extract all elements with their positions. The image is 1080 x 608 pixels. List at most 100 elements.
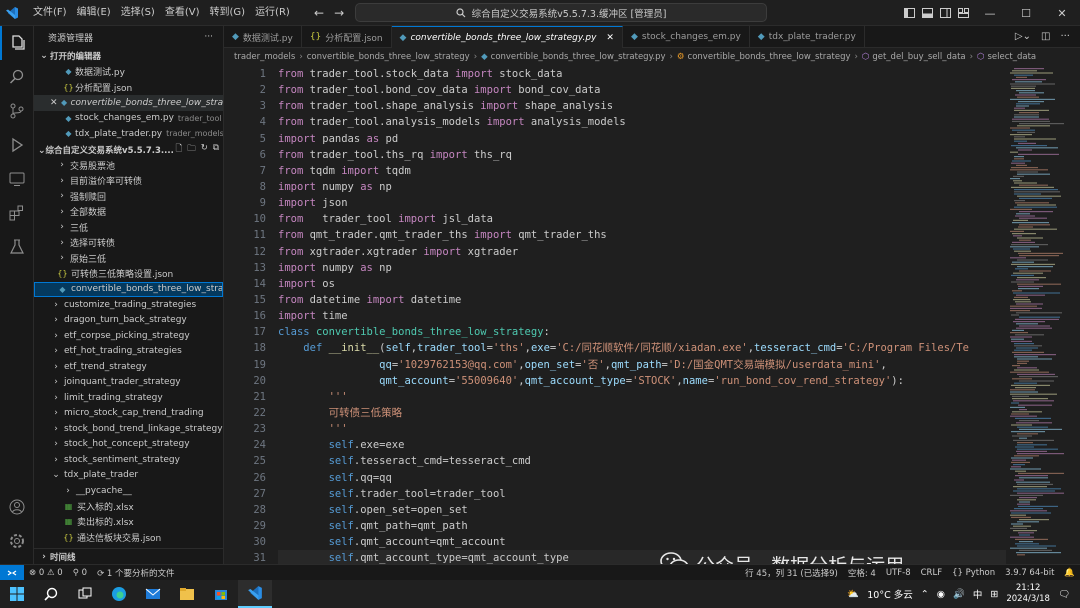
tree-item[interactable]: {} 可转债三低策略设置.json: [34, 266, 223, 282]
indentation[interactable]: 空格: 4: [843, 567, 881, 579]
code-line[interactable]: qq='1029762153@qq.com',open_set='否',qmt_…: [278, 357, 1006, 373]
problems-indicator[interactable]: ⊗ 0 ⚠ 0: [24, 568, 68, 578]
code-line[interactable]: from trader_tool.shape_analysis import s…: [278, 98, 1006, 114]
code-line[interactable]: from trader_tool import jsl_data: [278, 211, 1006, 227]
tree-item[interactable]: {} 通达信板块交易.json: [34, 530, 223, 546]
open-editor-item[interactable]: ◆tdx_plate_trader.pytrader_models\...: [34, 126, 223, 142]
code-line[interactable]: from trader_tool.stock_data import stock…: [278, 66, 1006, 82]
language-mode[interactable]: {} Python: [947, 568, 1000, 578]
code-line[interactable]: qmt_account='55009640',qmt_account_type=…: [278, 373, 1006, 389]
code-line[interactable]: import os: [278, 276, 1006, 292]
tree-item[interactable]: › etf_trend_strategy: [34, 359, 223, 375]
breadcrumb-item[interactable]: convertible_bonds_three_low_strategy: [688, 52, 851, 62]
ime-indicator[interactable]: 中: [973, 587, 983, 601]
more-actions-icon[interactable]: ···: [204, 32, 213, 42]
extensions-icon[interactable]: [0, 196, 34, 230]
tree-item[interactable]: › limit_trading_strategy: [34, 390, 223, 406]
code-line[interactable]: from tqdm import tqdm: [278, 163, 1006, 179]
menu-view[interactable]: 查看(V): [160, 0, 205, 26]
code-line[interactable]: from trader_tool.analysis_models import …: [278, 114, 1006, 130]
code-line[interactable]: class convertible_bonds_three_low_strate…: [278, 324, 1006, 340]
source-control-icon[interactable]: [0, 94, 34, 128]
code-line[interactable]: self.trader_tool=trader_tool: [278, 486, 1006, 502]
tree-item[interactable]: › etf_hot_trading_strategies: [34, 344, 223, 360]
tree-item[interactable]: › 选择可转债: [34, 235, 223, 251]
tree-item[interactable]: › 三低: [34, 220, 223, 236]
remote-explorer-icon[interactable]: [0, 162, 34, 196]
breadcrumb-item[interactable]: convertible_bonds_three_low_strategy.py: [491, 52, 666, 62]
tree-item[interactable]: › customize_trading_strategies: [34, 297, 223, 313]
tab-tdx-plate-trader[interactable]: ◆ tdx_plate_trader.py: [750, 26, 865, 48]
tab-convertible-bonds[interactable]: ◆ convertible_bonds_three_low_strategy.py…: [391, 26, 623, 48]
code-line[interactable]: ''': [278, 389, 1006, 405]
line-ending[interactable]: CRLF: [916, 568, 947, 578]
tree-item[interactable]: ▦ 买入标的.xlsx: [34, 499, 223, 515]
open-editors-header[interactable]: ⌄ 打开的编辑器: [34, 48, 223, 64]
weather-icon[interactable]: ⛅: [847, 589, 859, 600]
tree-item[interactable]: ◆ convertible_bonds_three_low_strate...: [34, 281, 223, 297]
ime-mode-icon[interactable]: ⊞: [990, 589, 998, 600]
search-icon[interactable]: [0, 60, 34, 94]
tree-item[interactable]: ⌄ tdx_plate_trader: [34, 468, 223, 484]
collapse-all-icon[interactable]: ⧉: [213, 143, 219, 157]
vscode-taskbar-icon[interactable]: [238, 580, 272, 608]
open-editor-item[interactable]: ◆ stock_changes_em.py trader_tool: [34, 111, 223, 127]
tree-item[interactable]: › 全部数据: [34, 204, 223, 220]
code-line[interactable]: from trader_tool.bond_cov_data import bo…: [278, 82, 1006, 98]
breadcrumb-item[interactable]: convertible_bonds_three_low_strategy: [307, 52, 470, 62]
windows-start-icon[interactable]: [0, 580, 34, 608]
code-line[interactable]: import numpy as np: [278, 179, 1006, 195]
task-view-icon[interactable]: [68, 580, 102, 608]
code-area[interactable]: from trader_tool.stock_data import stock…: [278, 66, 1006, 564]
taskbar-search-icon[interactable]: [34, 580, 68, 608]
tray-chevron-icon[interactable]: ⌃: [921, 589, 929, 600]
toggle-panel-icon[interactable]: [918, 0, 936, 26]
notification-center-icon[interactable]: 🗨: [1058, 589, 1070, 600]
tree-item[interactable]: › etf_corpse_picking_strategy: [34, 328, 223, 344]
tree-item[interactable]: ▦ 卖出标的.xlsx: [34, 514, 223, 530]
minimize-button[interactable]: —: [972, 0, 1008, 26]
remote-indicator-icon[interactable]: [0, 564, 24, 581]
code-line[interactable]: import numpy as np: [278, 260, 1006, 276]
code-line[interactable]: self.tesseract_cmd=tesseract_cmd: [278, 453, 1006, 469]
tab-analysis-config[interactable]: {} 分析配置.json: [302, 26, 392, 48]
code-line[interactable]: self.qq=qq: [278, 470, 1006, 486]
new-file-icon[interactable]: 🗋: [175, 143, 182, 157]
code-line[interactable]: self.exe=exe: [278, 437, 1006, 453]
code-line[interactable]: from datetime import datetime: [278, 292, 1006, 308]
volume-icon[interactable]: 🔊: [953, 589, 965, 600]
open-editor-item[interactable]: ◆ 数据测试.py: [34, 64, 223, 80]
refresh-icon[interactable]: ↻: [201, 143, 208, 157]
menu-go[interactable]: 转到(G): [205, 0, 251, 26]
run-python-icon[interactable]: ▷⌄: [1015, 31, 1031, 42]
file-explorer-icon[interactable]: [170, 580, 204, 608]
toggle-sidebar-icon[interactable]: [900, 0, 918, 26]
store-icon[interactable]: [204, 580, 238, 608]
tab-stock-changes[interactable]: ◆ stock_changes_em.py: [623, 26, 750, 48]
code-line[interactable]: self.qmt_path=qmt_path: [278, 518, 1006, 534]
tree-item[interactable]: › 原始三低: [34, 251, 223, 267]
more-actions-icon[interactable]: ···: [1060, 31, 1070, 42]
forward-arrow-icon[interactable]: →: [334, 6, 344, 20]
code-line[interactable]: from xgtrader.xgtrader import xgtrader: [278, 244, 1006, 260]
code-line[interactable]: from qmt_trader.qmt_trader_ths import qm…: [278, 227, 1006, 243]
maximize-button[interactable]: ☐: [1008, 0, 1044, 26]
clock[interactable]: 21:12 2024/3/18: [1006, 583, 1050, 605]
code-editor[interactable]: 1 2 3 4 5 6 7 8 9 10 11 12 13 14 15 16 17 18 19 20 21 22 23 24 2…: [224, 66, 1006, 564]
menu-file[interactable]: 文件(F): [28, 0, 72, 26]
workspace-header[interactable]: ⌄综合自定义交易系统v5.5.7.3.... 🗋 🗀 ↻ ⧉: [34, 142, 223, 158]
timeline-header[interactable]: › 时间线: [34, 548, 223, 564]
back-arrow-icon[interactable]: ←: [314, 6, 324, 20]
tree-item[interactable]: › 交易股票池: [34, 158, 223, 174]
code-line[interactable]: ''': [278, 421, 1006, 437]
minimap[interactable]: [1006, 66, 1080, 564]
close-icon[interactable]: ✕: [606, 33, 614, 43]
open-editor-item-active[interactable]: ✕◆convertible_bonds_three_low_strate...: [34, 95, 223, 111]
menu-selection[interactable]: 选择(S): [116, 0, 160, 26]
cursor-position[interactable]: 行 45，列 31 (已选择9): [740, 567, 843, 579]
breadcrumb-item[interactable]: get_del_buy_sell_data: [872, 52, 965, 62]
account-icon[interactable]: [0, 490, 34, 524]
python-version[interactable]: 3.9.7 64-bit: [1000, 568, 1059, 578]
tree-item[interactable]: › stock_sentiment_strategy: [34, 452, 223, 468]
new-folder-icon[interactable]: 🗀: [187, 143, 196, 157]
